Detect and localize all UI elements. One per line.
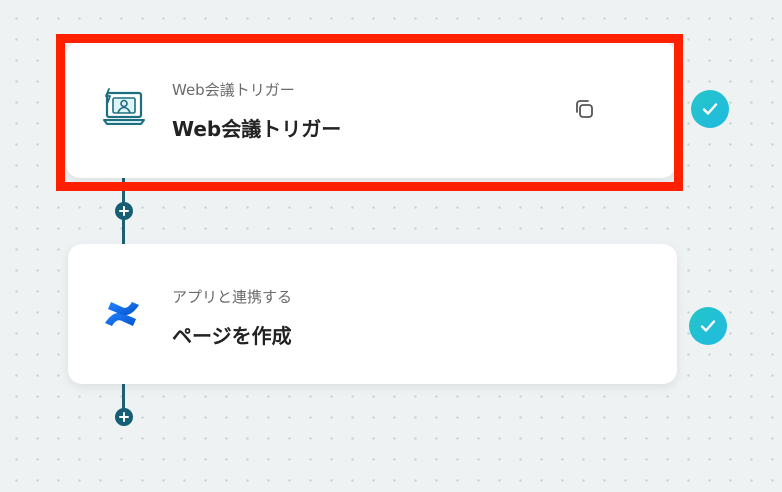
confluence-icon (100, 292, 144, 336)
step-complete-check-icon (689, 307, 727, 345)
step-action-title: Web会議トリガー (172, 117, 342, 141)
copy-step-button[interactable] (569, 94, 599, 124)
add-step-button[interactable] (115, 202, 133, 220)
flow-step-card-trigger[interactable]: Web会議トリガー Web会議トリガー (66, 42, 676, 178)
step-app-label: アプリと連携する (172, 288, 293, 306)
plus-icon (119, 412, 129, 422)
flow-step-card-action[interactable]: アプリと連携する ページを作成 (68, 244, 677, 384)
web-meeting-icon (102, 86, 146, 130)
copy-icon (576, 100, 593, 118)
add-step-button[interactable] (115, 408, 133, 426)
step-complete-check-icon (691, 90, 729, 128)
step-action-title: ページを作成 (172, 324, 292, 348)
step-app-label: Web会議トリガー (172, 81, 295, 99)
plus-icon (119, 206, 129, 216)
